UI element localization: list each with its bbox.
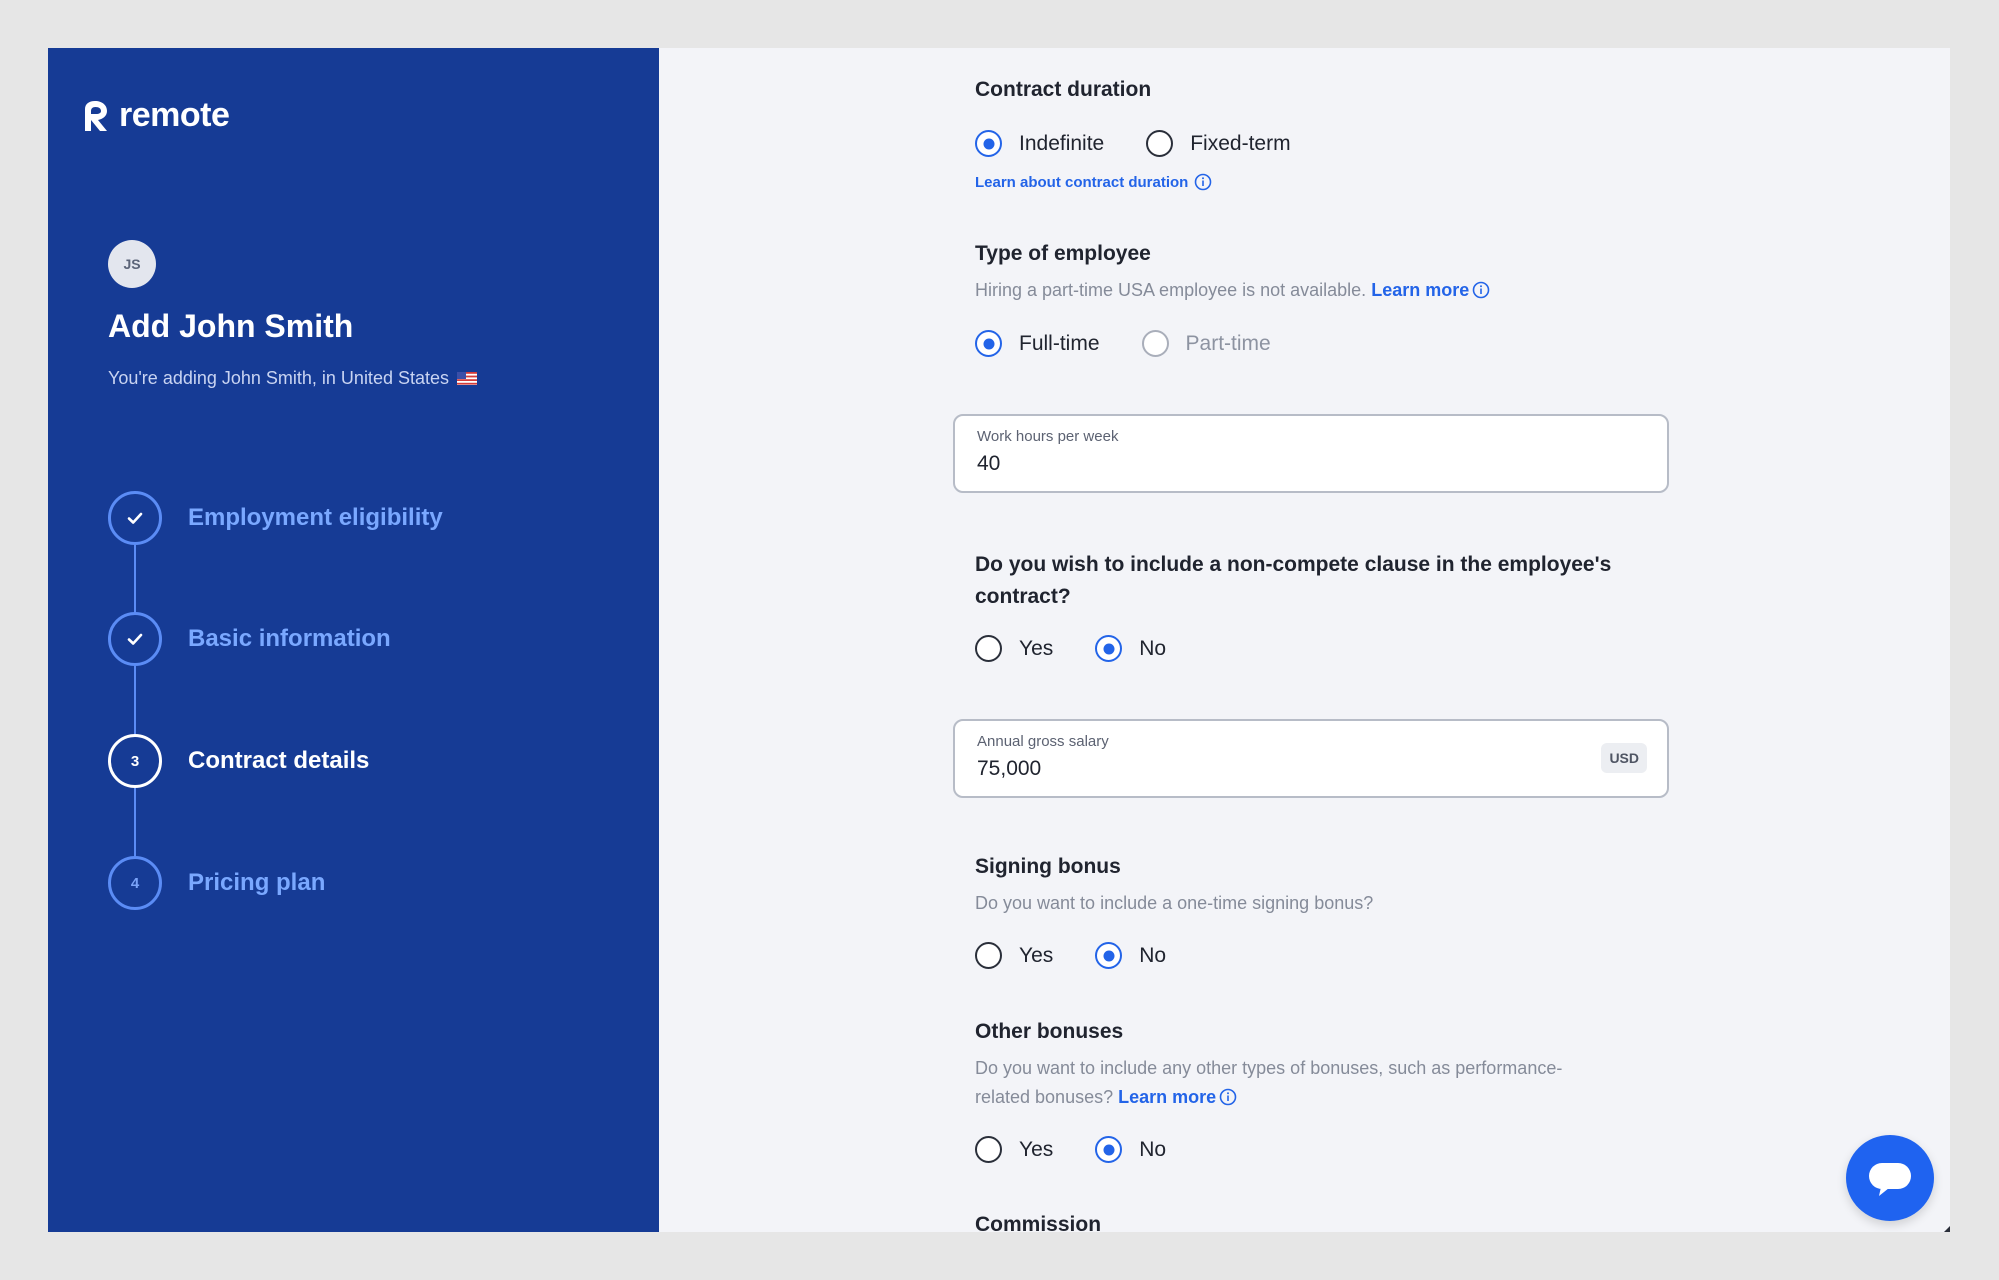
step-connector [134, 788, 136, 856]
radio-button[interactable] [1095, 635, 1123, 662]
step-label: Basic information [188, 625, 391, 652]
field-label: Annual gross salary [977, 733, 1109, 750]
radio-indefinite[interactable]: Indefinite [975, 130, 1104, 157]
page-subtitle: You're adding John Smith, in United Stat… [108, 368, 477, 389]
sidebar: remote JS Add John Smith You're adding J… [48, 48, 659, 1232]
app-window: remote JS Add John Smith You're adding J… [48, 48, 1950, 1232]
work-hours-input[interactable] [977, 452, 1537, 476]
link-text: Learn about contract duration [975, 173, 1189, 191]
radio-button[interactable] [1141, 330, 1169, 357]
signing-bonus-title: Signing bonus [975, 855, 1121, 878]
radio-button[interactable] [975, 635, 1002, 662]
step-contract-details[interactable]: 3 Contract details [108, 734, 588, 788]
non-compete-radio-group: Yes No [975, 635, 1208, 662]
step-connector [134, 666, 136, 734]
step-employment-eligibility[interactable]: Employment eligibility [108, 491, 588, 545]
check-icon [127, 633, 143, 645]
main-content: Contract duration Indefinite Fixed-term … [659, 48, 1950, 1232]
radio-label: Yes [1019, 636, 1054, 660]
radio-full-time[interactable]: Full-time [975, 330, 1100, 357]
us-flag-icon [457, 372, 477, 385]
step-complete-marker [108, 612, 162, 666]
step-number-marker: 3 [108, 734, 162, 788]
radio-other-bonuses-no[interactable]: No [1095, 1136, 1166, 1163]
chat-button[interactable] [1846, 1135, 1934, 1221]
resize-grip-icon[interactable] [1944, 1226, 1950, 1232]
radio-label: Fixed-term [1190, 131, 1291, 155]
radio-non-compete-yes[interactable]: Yes [975, 635, 1053, 662]
radio-non-compete-no[interactable]: No [1095, 635, 1166, 662]
radio-label: Full-time [1019, 331, 1100, 355]
info-icon [1219, 1088, 1237, 1106]
learn-contract-duration-link[interactable]: Learn about contract duration [975, 173, 1212, 191]
radio-button[interactable] [975, 330, 1002, 357]
contract-duration-radio-group: Indefinite Fixed-term [975, 130, 1333, 157]
annual-salary-input[interactable] [977, 757, 1537, 781]
chat-bubble-icon [1869, 1163, 1911, 1196]
radio-button[interactable] [1095, 1136, 1123, 1163]
radio-fixed-term[interactable]: Fixed-term [1146, 130, 1291, 157]
radio-part-time[interactable]: Part-time [1141, 330, 1271, 357]
radio-other-bonuses-yes[interactable]: Yes [975, 1136, 1053, 1163]
contract-duration-title: Contract duration [975, 78, 1152, 101]
link-text: Learn more [1371, 280, 1470, 300]
radio-label: Yes [1019, 943, 1054, 967]
radio-label: Part-time [1185, 331, 1271, 355]
step-pricing-plan[interactable]: 4 Pricing plan [108, 856, 588, 910]
radio-label: No [1139, 1137, 1167, 1161]
radio-label: Yes [1019, 1137, 1054, 1161]
info-icon [1472, 281, 1490, 299]
work-hours-field[interactable]: Work hours per week [953, 414, 1669, 493]
employee-type-title: Type of employee [975, 242, 1151, 265]
title-line: Do you wish to include a non-compete cla… [975, 553, 1612, 576]
avatar: JS [108, 240, 156, 288]
link-text: Learn more [1118, 1087, 1217, 1107]
helper-text: Hiring a part-time USA employee is not a… [975, 280, 1367, 300]
helper-text: related bonuses? [975, 1087, 1114, 1107]
step-number-marker: 4 [108, 856, 162, 910]
employee-type-radio-group: Full-time Part-time [975, 330, 1313, 357]
helper-line: related bonuses? Learn more [975, 1083, 1675, 1112]
brand-logo[interactable]: remote [81, 96, 230, 135]
non-compete-title: Do you wish to include a non-compete cla… [975, 549, 1695, 613]
employee-type-learn-more-link[interactable]: Learn more [1371, 280, 1490, 300]
radio-button[interactable] [1095, 942, 1123, 969]
currency-badge: USD [1601, 743, 1647, 773]
field-label: Work hours per week [977, 428, 1119, 445]
step-complete-marker [108, 491, 162, 545]
step-label: Pricing plan [188, 869, 326, 896]
commission-title: Commission [975, 1213, 1102, 1232]
employee-type-helper: Hiring a part-time USA employee is not a… [975, 276, 1675, 305]
signing-bonus-radio-group: Yes No [975, 942, 1208, 969]
check-icon [127, 512, 143, 524]
radio-signing-bonus-no[interactable]: No [1095, 942, 1166, 969]
other-bonuses-radio-group: Yes No [975, 1136, 1208, 1163]
step-basic-information[interactable]: Basic information [108, 612, 588, 666]
radio-button[interactable] [975, 130, 1002, 157]
brand-name: remote [119, 96, 230, 134]
other-bonuses-learn-more-link[interactable]: Learn more [1118, 1087, 1237, 1107]
radio-label: No [1139, 636, 1167, 660]
step-connector [134, 545, 136, 613]
radio-button[interactable] [975, 1136, 1002, 1163]
step-label: Employment eligibility [188, 504, 443, 531]
helper-line: Do you want to include any other types o… [975, 1058, 1563, 1078]
signing-bonus-helper: Do you want to include a one-time signin… [975, 893, 1374, 913]
annual-salary-field[interactable]: Annual gross salary USD [953, 719, 1669, 798]
subtitle-text: You're adding John Smith, in United Stat… [108, 368, 449, 388]
other-bonuses-title: Other bonuses [975, 1020, 1124, 1043]
radio-button[interactable] [1146, 130, 1174, 157]
step-label: Contract details [188, 747, 370, 774]
radio-label: No [1139, 943, 1167, 967]
other-bonuses-helper: Do you want to include any other types o… [975, 1054, 1675, 1112]
radio-label: Indefinite [1019, 131, 1105, 155]
info-icon [1195, 173, 1212, 191]
radio-signing-bonus-yes[interactable]: Yes [975, 942, 1053, 969]
radio-button[interactable] [975, 942, 1002, 969]
page-title: Add John Smith [108, 308, 354, 344]
remote-logo-icon [85, 100, 107, 131]
title-line: contract? [975, 585, 1071, 608]
